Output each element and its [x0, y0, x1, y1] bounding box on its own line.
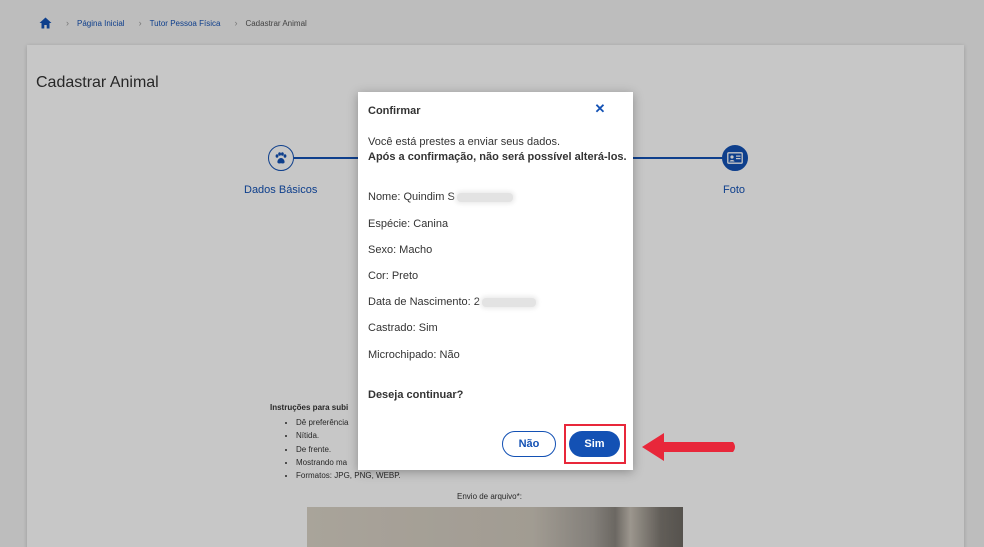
redacted-blur [481, 297, 536, 307]
no-button[interactable]: Não [502, 431, 556, 457]
field-microchipado: Microchipado: Não [368, 349, 460, 361]
dialog-question: Deseja continuar? [368, 389, 464, 401]
field-data-nascimento: Data de Nascimento: 2 [368, 296, 536, 308]
field-especie: Espécie: Canina [368, 218, 449, 230]
arrow-left-icon [642, 433, 735, 461]
field-nome-text: Nome: Quindim S [368, 191, 455, 203]
field-cor: Cor: Preto [368, 270, 419, 282]
close-icon[interactable]: ✕ [591, 100, 609, 118]
field-sexo: Sexo: Macho [368, 244, 433, 256]
field-castrado: Castrado: Sim [368, 322, 438, 334]
confirm-dialog: Confirmar ✕ Você está prestes a enviar s… [358, 92, 633, 470]
redacted-blur [456, 192, 513, 202]
field-data-nascimento-text: Data de Nascimento: 2 [368, 296, 480, 308]
highlight-box [564, 424, 626, 464]
dialog-warning: Após a confirmação, não será possível al… [368, 151, 627, 163]
field-nome: Nome: Quindim S [368, 191, 513, 203]
dialog-title: Confirmar [368, 105, 421, 117]
dialog-intro: Você está prestes a enviar seus dados. [368, 136, 561, 148]
